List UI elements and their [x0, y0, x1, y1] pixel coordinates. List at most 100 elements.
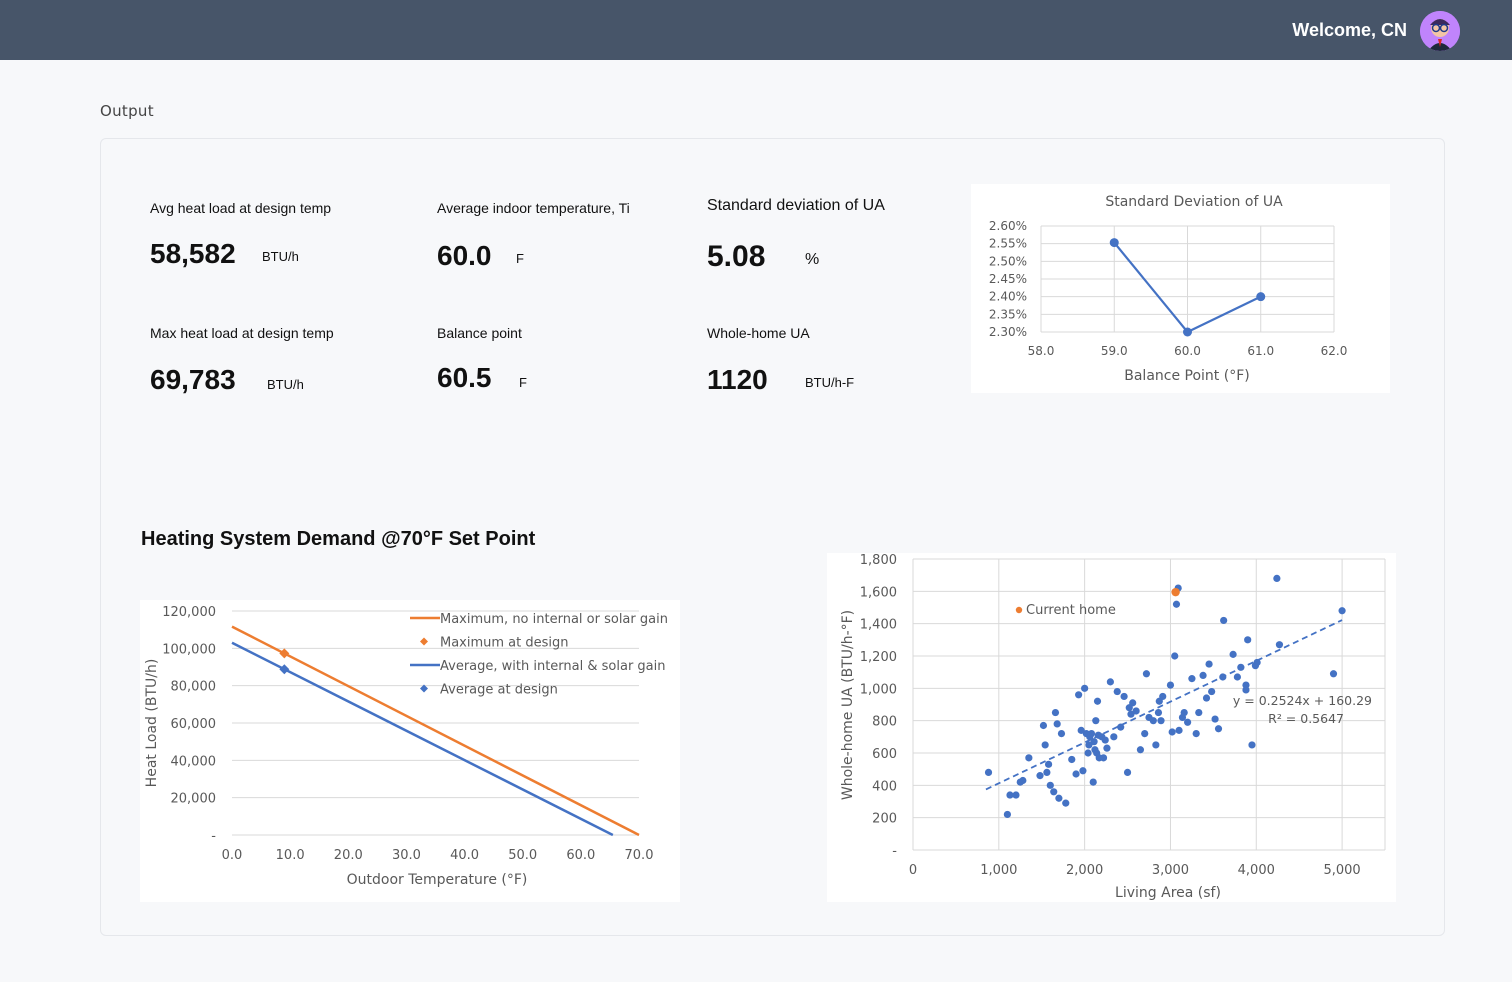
current-home-point	[1171, 587, 1180, 597]
ua-scatter-chart-svg: - 200 400 600 800 1,000 1,200 1,400 1,600 1,800 0 1…	[840, 553, 1386, 901]
scatter-point	[1157, 717, 1165, 725]
avg-indoor-temp-value: 60.0	[437, 240, 492, 271]
std-dev-chart: Standard Deviation of UA 2.30% 2.35% 2.40% 2…	[971, 184, 1390, 393]
user-avatar[interactable]	[1420, 11, 1460, 51]
scatter-point	[1233, 673, 1241, 681]
x-tick-label: 61.0	[1247, 344, 1274, 358]
scatter-point	[1248, 741, 1256, 749]
scatter-point	[1089, 778, 1097, 786]
scatter-point	[1120, 692, 1128, 701]
scatter-point	[1195, 708, 1203, 717]
max-heat-load-label: Max heat load at design temp	[150, 325, 334, 341]
scatter-point	[1229, 650, 1237, 658]
x-tick-label: 1,000	[980, 863, 1017, 878]
top-bar: Welcome, CN	[0, 0, 1512, 60]
scatter-point	[1046, 781, 1054, 789]
trendline-r2: R² = 0.5647	[1268, 711, 1344, 726]
y-tick-label: 1,600	[860, 585, 897, 600]
heating-demand-chart: - 20,000 40,000 60,000 80,000 100,000 120,000 0…	[140, 600, 680, 902]
avg-indoor-temp-label: Average indoor temperature, Ti	[437, 200, 630, 216]
y-tick-label: 400	[872, 779, 897, 794]
y-tick-label: -	[892, 844, 897, 859]
section-title: Output	[100, 102, 154, 120]
x-tick-label: 10.0	[276, 848, 305, 863]
whole-home-ua-label: Whole-home UA	[707, 325, 810, 341]
scatter-point	[1142, 670, 1151, 678]
scatter-point	[1053, 720, 1061, 728]
y-tick-label: 80,000	[171, 680, 217, 695]
legend-label: Average, with internal & solar gain	[440, 659, 666, 674]
y-tick-label: 1,000	[860, 682, 897, 697]
y-tick-label: 2.50%	[989, 254, 1027, 268]
scatter-point	[1244, 636, 1252, 644]
scatter-point	[1043, 768, 1051, 776]
x-axis-label: Living Area (sf)	[1115, 885, 1221, 901]
scatter-point	[1044, 760, 1053, 768]
x-tick-label: 0.0	[222, 848, 243, 863]
x-tick-label: 3,000	[1152, 863, 1189, 878]
design-marker	[279, 648, 290, 659]
scatter-point	[1062, 799, 1070, 807]
scatter-point	[1068, 755, 1076, 764]
scatter-point	[1025, 754, 1033, 762]
scatter-point	[1205, 660, 1213, 668]
scatter-point	[1172, 600, 1181, 608]
scatter-point	[1149, 717, 1157, 725]
y-tick-label: 60,000	[171, 717, 217, 732]
series-line	[231, 625, 640, 837]
scatter-point	[1101, 736, 1109, 744]
y-tick-label: 200	[872, 812, 897, 827]
trendline-equation: y = 0.2524x + 160.29	[1233, 693, 1372, 708]
scatter-point	[1087, 730, 1096, 738]
scatter-point	[1092, 717, 1100, 725]
y-axis-label: Whole-home UA (BTU/h-°F)	[840, 610, 856, 800]
avatar-icon	[1420, 11, 1460, 51]
scatter-point	[1214, 725, 1223, 733]
scatter-point	[1099, 754, 1108, 762]
scatter-point	[1039, 721, 1048, 730]
scatter-point	[1093, 697, 1102, 705]
balance-point-label: Balance point	[437, 325, 522, 341]
scatter-point	[1175, 726, 1183, 734]
scatter-point	[1003, 810, 1011, 819]
legend-label: Current home	[1026, 603, 1116, 618]
avg-heat-load-unit: BTU/h	[262, 249, 299, 264]
x-tick-label: 0	[909, 863, 917, 878]
scatter-point	[1171, 652, 1179, 660]
x-tick-label: 5,000	[1323, 863, 1360, 878]
scatter-point	[1103, 744, 1111, 752]
design-marker	[279, 664, 290, 675]
scatter-point	[1168, 728, 1176, 736]
y-tick-label: -	[211, 829, 216, 844]
legend-marker	[1015, 606, 1023, 614]
scatter-point	[1072, 770, 1080, 778]
scatter-point	[1129, 699, 1137, 707]
scatter-point	[1180, 708, 1188, 717]
scatter-point	[1141, 730, 1149, 738]
scatter-point	[1019, 776, 1027, 785]
legend-marker	[420, 637, 428, 646]
y-tick-label: 2.60%	[989, 219, 1027, 233]
demand-heading: Heating System Demand @70°F Set Point	[141, 528, 536, 550]
x-tick-label: 2,000	[1066, 863, 1103, 878]
scatter-point	[1106, 678, 1114, 686]
legend-label: Maximum, no internal or solar gain	[440, 612, 668, 627]
scatter-point	[1275, 641, 1284, 649]
y-tick-label: 20,000	[171, 792, 217, 807]
scatter-point	[1012, 791, 1020, 799]
whole-home-ua-unit: BTU/h-F	[805, 375, 855, 390]
y-axis-label: Heat Load (BTU/h)	[144, 659, 160, 788]
avg-indoor-temp-unit: F	[516, 251, 524, 266]
y-tick-label: 40,000	[171, 754, 217, 769]
heating-demand-chart-svg: - 20,000 40,000 60,000 80,000 100,000 120,000 0…	[144, 605, 668, 888]
scatter-point	[1154, 708, 1163, 717]
scatter-point	[1057, 730, 1066, 738]
legend-label: Average at design	[440, 683, 558, 698]
scatter-point	[1211, 715, 1219, 723]
x-tick-label: 30.0	[392, 848, 421, 863]
scatter-point	[1152, 741, 1160, 749]
scatter-point	[1208, 687, 1216, 696]
x-tick-label: 60.0	[1174, 344, 1201, 358]
whole-home-ua-value: 1120	[707, 364, 768, 395]
std-dev-chart-svg: Standard Deviation of UA 2.30% 2.35% 2.40% 2…	[989, 194, 1347, 384]
